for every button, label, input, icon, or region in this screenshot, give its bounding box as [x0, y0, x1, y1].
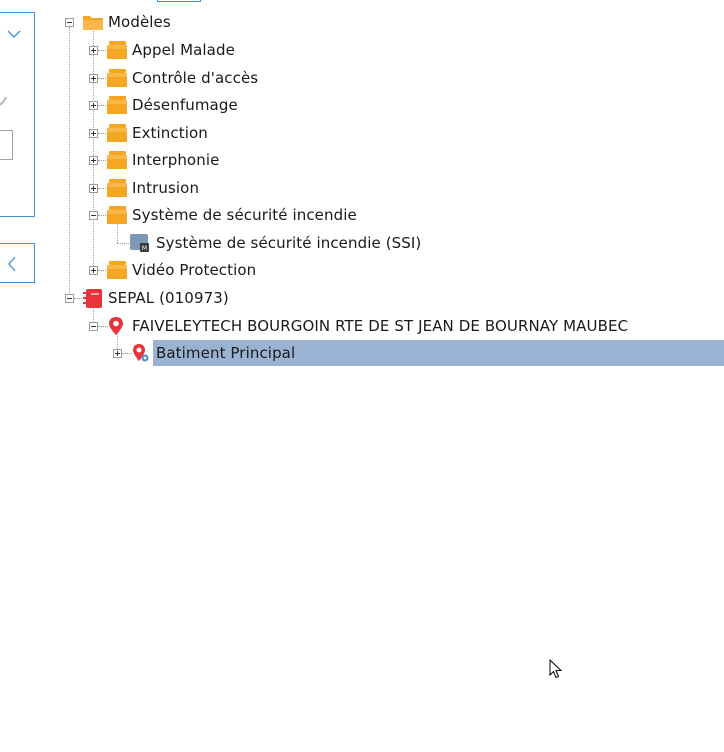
collapse-toggle[interactable]: [65, 294, 74, 303]
tree-node-label: Désenfumage: [132, 96, 238, 114]
tree-node-label: Vidéo Protection: [132, 261, 257, 279]
expand-toggle[interactable]: [113, 349, 122, 358]
tree-node-label: Extinction: [132, 124, 208, 142]
folder-stack-icon: [106, 205, 128, 233]
tree-node-label: Système de sécurité incendie (SSI): [156, 234, 422, 252]
tree-node-label: FAIVELEYTECH BOURGOIN RTE DE ST JEAN DE …: [132, 317, 629, 335]
tree-node-extinction[interactable]: Extinction: [88, 120, 288, 146]
tree-node-client-sepal[interactable]: SEPAL (010973): [64, 285, 264, 311]
tree-node-video-protection[interactable]: Vidéo Protection: [88, 257, 308, 283]
expand-toggle[interactable]: [89, 266, 98, 275]
tree-node-label: Interphonie: [132, 151, 220, 169]
tree-node-controle-acces[interactable]: Contrôle d'accès: [88, 65, 288, 91]
folder-stack-icon: [106, 150, 128, 178]
folder-stack-icon: [106, 40, 128, 68]
tree-node-desenfumage[interactable]: Désenfumage: [88, 92, 288, 118]
expand-toggle[interactable]: [89, 101, 98, 110]
collapse-toggle[interactable]: [89, 322, 98, 331]
collapse-toggle[interactable]: [65, 18, 74, 27]
tree-node-intrusion[interactable]: Intrusion: [88, 175, 288, 201]
expand-toggle[interactable]: [89, 74, 98, 83]
building-pin-icon: [132, 343, 150, 371]
tree-node-label: SEPAL (010973): [108, 289, 229, 307]
tree-node-models[interactable]: Modèles: [64, 9, 204, 35]
tree-node-label: Contrôle d'accès: [132, 69, 259, 87]
tree-node-label: Appel Malade: [132, 41, 235, 59]
expand-toggle[interactable]: [89, 156, 98, 165]
tree-node-label: Intrusion: [132, 179, 200, 197]
tree-node-label: Modèles: [108, 13, 171, 31]
folder-stack-icon: [106, 260, 128, 288]
folder-icon: [82, 13, 104, 39]
site-tree: Modèles Appel Malade Contrôle d'accès Dé…: [0, 0, 724, 380]
tree-node-label: Batiment Principal: [156, 344, 296, 362]
expand-toggle[interactable]: [89, 184, 98, 193]
tree-node-appel-malade[interactable]: Appel Malade: [88, 37, 288, 63]
tree-node-interphonie[interactable]: Interphonie: [88, 147, 288, 173]
mouse-cursor-icon: [549, 658, 563, 683]
tree-node-site[interactable]: FAIVELEYTECH BOURGOIN RTE DE ST JEAN DE …: [88, 313, 708, 339]
svg-text:M: M: [142, 245, 147, 252]
tree-node-label: Système de sécurité incendie: [132, 206, 357, 224]
selection-highlight: Batiment Principal: [153, 340, 724, 366]
folder-stack-icon: [106, 95, 128, 123]
tree-node-ssi-module[interactable]: M Système de sécurité incendie (SSI): [128, 230, 468, 256]
expand-toggle[interactable]: [89, 129, 98, 138]
tree-node-ssi-folder[interactable]: Système de sécurité incendie: [88, 202, 408, 228]
collapse-toggle[interactable]: [89, 211, 98, 220]
expand-toggle[interactable]: [89, 46, 98, 55]
tree-node-building[interactable]: Batiment Principal: [112, 340, 724, 366]
